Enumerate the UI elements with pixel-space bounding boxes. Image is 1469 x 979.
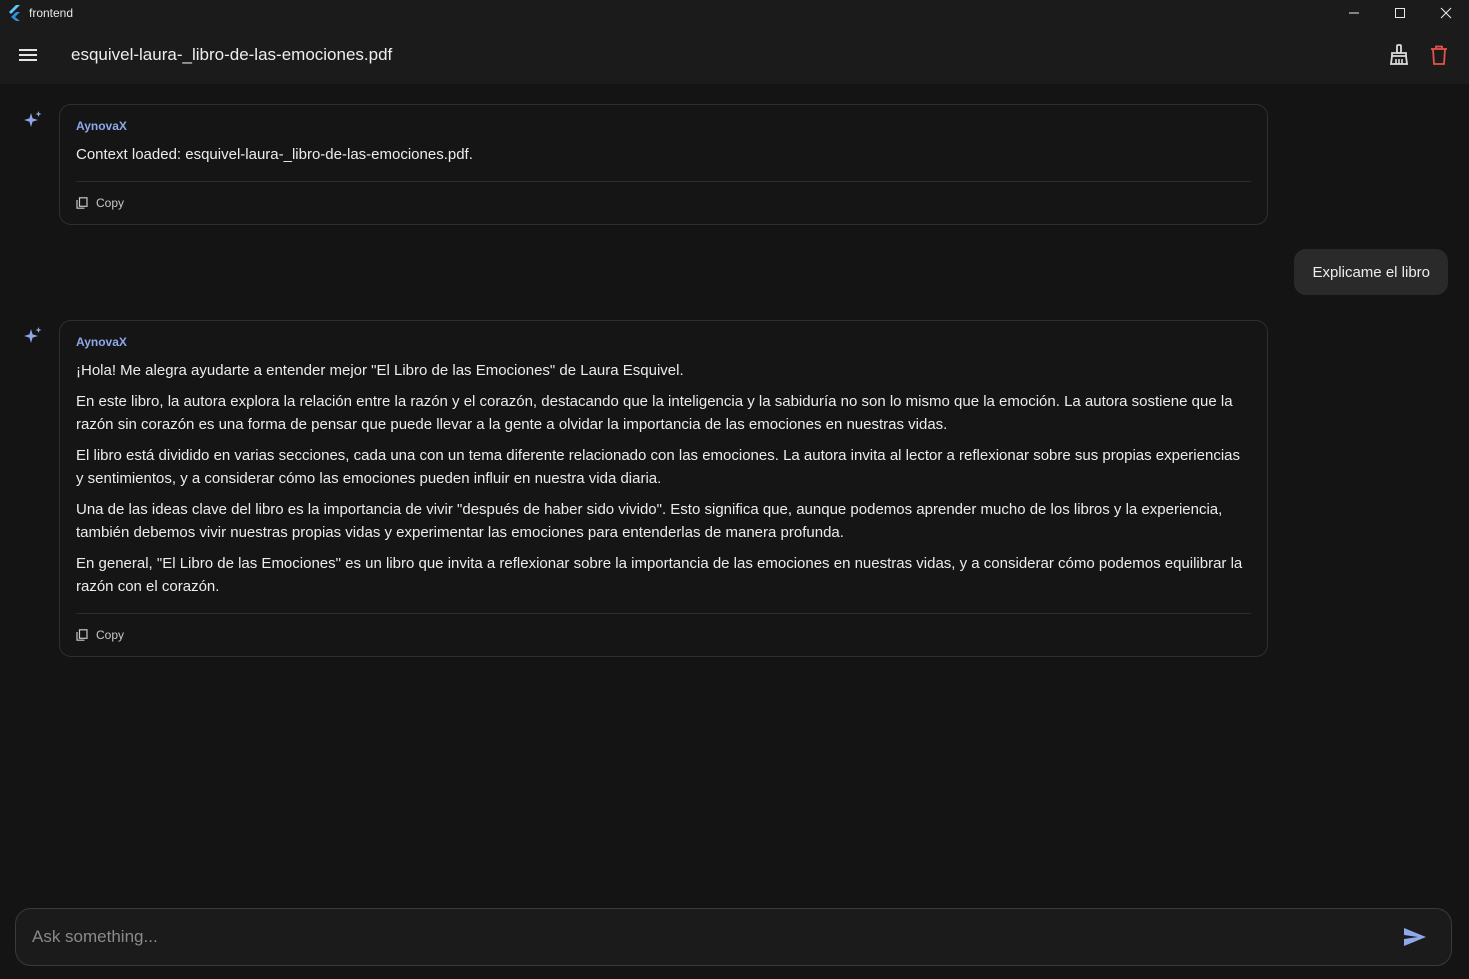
delete-chat-button[interactable]: [1419, 35, 1459, 75]
clear-chat-button[interactable]: [1379, 35, 1419, 75]
broom-icon: [1389, 44, 1409, 65]
hamburger-menu-icon: [19, 49, 37, 61]
flutter-logo-icon: [9, 5, 20, 21]
minimize-icon: [1349, 12, 1359, 14]
chat-messages[interactable]: AynovaX Context loaded: esquivel-laura-_…: [0, 84, 1469, 894]
assistant-message-card: AynovaX ¡Hola! Me alegra ayudarte a ente…: [59, 320, 1268, 657]
trash-icon: [1431, 45, 1447, 65]
copy-icon: [76, 197, 88, 209]
window-titlebar: frontend: [0, 0, 1469, 26]
message-text: ¡Hola! Me alegra ayudarte a entender mej…: [76, 359, 1251, 598]
message-paragraph: En este libro, la autora explora la rela…: [76, 393, 1233, 433]
message-paragraph: El libro está dividido en varias seccion…: [76, 447, 1240, 487]
copy-label: Copy: [96, 196, 125, 210]
message-sender: AynovaX: [76, 335, 127, 349]
appbar-actions: [1379, 35, 1459, 75]
message-paragraph: Una de las ideas clave del libro es la i…: [76, 501, 1223, 541]
copy-button[interactable]: Copy: [76, 182, 1251, 224]
assistant-message-card: AynovaX Context loaded: esquivel-laura-_…: [59, 104, 1268, 225]
ask-input[interactable]: [16, 909, 1393, 965]
message-composer: [15, 908, 1452, 966]
close-window-button[interactable]: [1423, 0, 1469, 26]
send-button[interactable]: [1393, 915, 1437, 959]
window-title: frontend: [29, 6, 74, 20]
maximize-icon: [1395, 8, 1405, 18]
message-sender: AynovaX: [76, 119, 127, 133]
send-icon: [1404, 928, 1426, 946]
menu-button[interactable]: [8, 35, 48, 75]
maximize-button[interactable]: [1377, 0, 1423, 26]
copy-label: Copy: [96, 628, 125, 642]
copy-button[interactable]: Copy: [76, 614, 1251, 656]
message-paragraph: ¡Hola! Me alegra ayudarte a entender mej…: [76, 362, 684, 379]
copy-icon: [76, 629, 88, 641]
message-paragraph: En general, "El Libro de las Emociones" …: [76, 555, 1243, 595]
close-icon: [1440, 7, 1452, 19]
user-message-text: Explicame el libro: [1312, 263, 1430, 281]
sparkle-icon: [24, 327, 42, 343]
sparkle-icon: [24, 111, 42, 127]
message-text: Context loaded: esquivel-laura-_libro-de…: [76, 143, 1251, 166]
window-controls: [1331, 0, 1469, 26]
app-bar: esquivel-laura-_libro-de-las-emociones.p…: [0, 26, 1469, 84]
message-paragraph: Context loaded: esquivel-laura-_libro-de…: [76, 146, 473, 163]
page-title: esquivel-laura-_libro-de-las-emociones.p…: [71, 45, 393, 64]
user-message-bubble: Explicame el libro: [1294, 249, 1448, 295]
minimize-button[interactable]: [1331, 0, 1377, 26]
